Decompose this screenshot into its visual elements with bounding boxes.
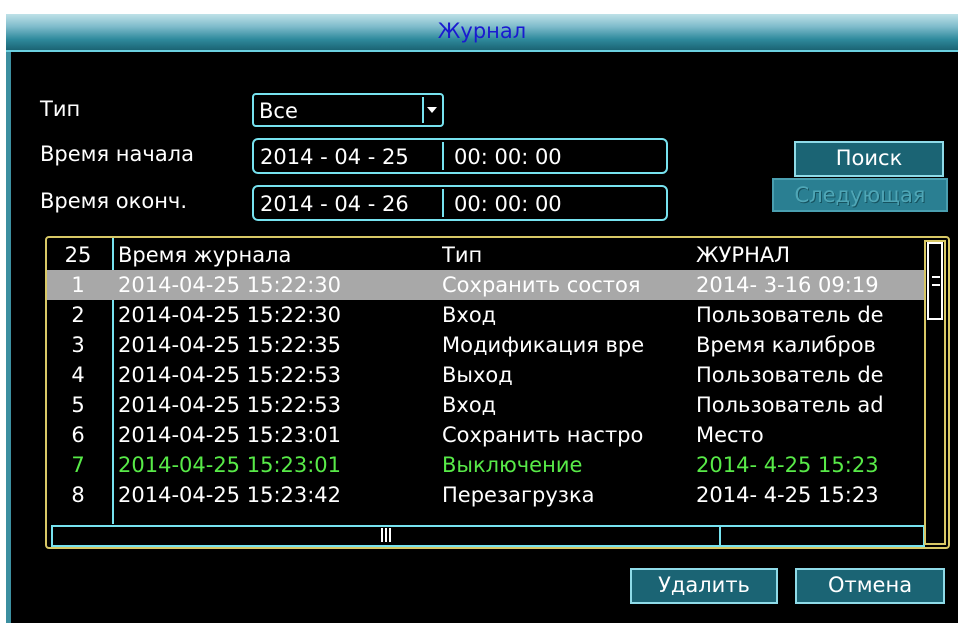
row-type: Сохранить состоя xyxy=(442,273,641,297)
table-row[interactable]: 1 2014-04-25 15:22:30 Сохранить состоя 2014… xyxy=(47,270,924,300)
log-window: Журнал Тип Все Время начала 2014 - 04 - … xyxy=(6,14,958,623)
row-log: Время калибров xyxy=(696,333,876,357)
date-time-divider xyxy=(442,189,444,217)
row-type: Выход xyxy=(442,363,513,387)
end-date-input[interactable]: 2014 - 04 - 26 xyxy=(260,190,409,218)
table-row[interactable]: 6 2014-04-25 15:23:01 Сохранить настро Мест… xyxy=(47,420,924,450)
row-time: 2014-04-25 15:22:35 xyxy=(118,333,342,357)
type-select[interactable]: Все xyxy=(252,93,444,127)
row-type: Сохранить настро xyxy=(442,423,644,447)
table-row[interactable]: 8 2014-04-25 15:23:42 Перезагрузка 2014- 4-… xyxy=(47,480,924,510)
title-bar: Журнал xyxy=(6,14,958,52)
row-type: Вход xyxy=(442,303,497,327)
row-log: Пользователь ad xyxy=(696,393,884,417)
row-number: 3 xyxy=(71,333,85,357)
row-number: 6 xyxy=(71,423,85,447)
search-button[interactable]: Поиск xyxy=(794,141,944,177)
row-time: 2014-04-25 15:23:42 xyxy=(118,483,342,507)
type-label: Тип xyxy=(40,97,81,121)
end-time-label: Время оконч. xyxy=(40,189,187,213)
row-time: 2014-04-25 15:23:01 xyxy=(118,453,342,477)
delete-button[interactable]: Удалить xyxy=(630,568,778,604)
row-time: 2014-04-25 15:22:30 xyxy=(118,303,342,327)
row-number: 2 xyxy=(71,303,85,327)
table-row[interactable]: 5 2014-04-25 15:22:53 Вход Пользователь ad xyxy=(47,390,924,420)
end-time-input[interactable]: 00: 00: 00 xyxy=(454,190,562,218)
end-datetime-field[interactable]: 2014 - 04 - 26 00: 00: 00 xyxy=(252,185,668,221)
row-log: 2014- 4-25 15:23 xyxy=(696,483,879,507)
type-select-value: Все xyxy=(259,99,298,123)
table-header: 25 Время журнала Тип ЖУРНАЛ xyxy=(47,240,924,270)
window-frame xyxy=(6,52,11,623)
row-log: Пользователь de xyxy=(696,303,884,327)
date-time-divider xyxy=(442,142,444,170)
chevron-down-icon[interactable] xyxy=(422,97,440,123)
header-time: Время журнала xyxy=(118,243,292,267)
start-time-input[interactable]: 00: 00: 00 xyxy=(454,143,562,171)
row-type: Модификация вре xyxy=(442,333,645,357)
window-title: Журнал xyxy=(437,19,527,43)
row-time: 2014-04-25 15:22:53 xyxy=(118,363,342,387)
grip-icon xyxy=(932,276,940,286)
row-log: 2014- 3-16 09:19 xyxy=(696,273,879,297)
row-number: 1 xyxy=(71,273,85,297)
table-row[interactable]: 2 2014-04-25 15:22:30 Вход Пользователь de xyxy=(47,300,924,330)
vertical-scroll-thumb[interactable] xyxy=(927,242,943,320)
row-number: 7 xyxy=(71,453,85,477)
table-row[interactable]: 3 2014-04-25 15:22:35 Модификация вре Время… xyxy=(47,330,924,360)
start-date-input[interactable]: 2014 - 04 - 25 xyxy=(260,143,409,171)
row-type: Перезагрузка xyxy=(442,483,595,507)
cancel-button[interactable]: Отмена xyxy=(795,568,945,604)
row-number: 8 xyxy=(71,483,85,507)
header-type: Тип xyxy=(442,243,483,267)
horizontal-scroll-thumb[interactable] xyxy=(53,527,721,545)
horizontal-scrollbar[interactable] xyxy=(51,525,925,547)
row-number: 5 xyxy=(71,393,85,417)
start-time-label: Время начала xyxy=(40,142,194,166)
row-number: 4 xyxy=(71,363,85,387)
header-count: 25 xyxy=(64,243,92,267)
next-button[interactable]: Следующая xyxy=(772,178,948,212)
row-time: 2014-04-25 15:23:01 xyxy=(118,423,342,447)
log-table: 25 Время журнала Тип ЖУРНАЛ 1 2014-04-25 … xyxy=(45,236,950,549)
row-type: Вход xyxy=(442,393,497,417)
row-log: Место xyxy=(696,423,764,447)
row-time: 2014-04-25 15:22:30 xyxy=(118,273,342,297)
row-type: Выключение xyxy=(442,453,583,477)
table-row[interactable]: 7 2014-04-25 15:23:01 Выключение 2014- 4-25… xyxy=(47,450,924,480)
row-log: 2014- 4-25 15:23 xyxy=(696,453,879,477)
table-row[interactable]: 4 2014-04-25 15:22:53 Выход Пользователь de xyxy=(47,360,924,390)
vertical-scrollbar[interactable] xyxy=(924,240,946,545)
row-log: Пользователь de xyxy=(696,363,884,387)
grip-icon xyxy=(381,528,391,542)
row-time: 2014-04-25 15:22:53 xyxy=(118,393,342,417)
start-datetime-field[interactable]: 2014 - 04 - 25 00: 00: 00 xyxy=(252,138,668,174)
header-log: ЖУРНАЛ xyxy=(696,243,791,267)
